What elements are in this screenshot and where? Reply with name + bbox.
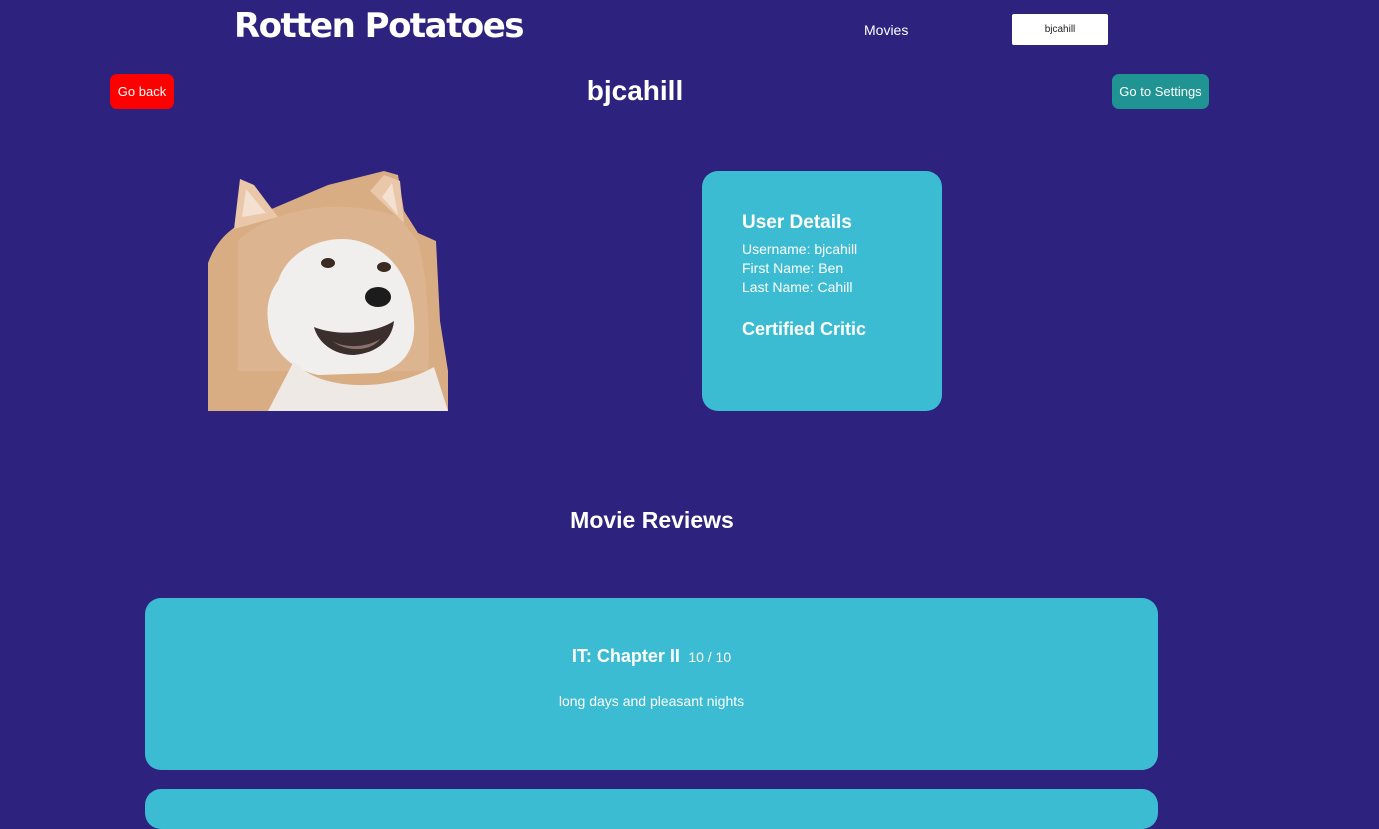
nav-movies-link[interactable]: Movies (864, 21, 908, 39)
review-card[interactable] (145, 789, 1158, 829)
last-name-field: Last Name: Cahill (742, 279, 853, 295)
site-logo[interactable]: Rotten Potatoes (234, 4, 525, 48)
go-to-settings-button[interactable]: Go to Settings (1112, 74, 1209, 109)
review-card[interactable]: IT: Chapter II 10 / 10 long days and ple… (145, 598, 1158, 770)
user-details-card: User Details Username: bjcahill First Na… (702, 171, 942, 411)
page-title: bjcahill (586, 75, 684, 106)
go-back-button[interactable]: Go back (110, 74, 174, 109)
username-field: Username: bjcahill (742, 241, 858, 257)
review-text: long days and pleasant nights (558, 693, 745, 709)
certified-critic-badge: Certified Critic (742, 319, 867, 339)
dog-image (208, 171, 448, 411)
first-name-field: First Name: Ben (742, 260, 844, 276)
user-details-heading: User Details (742, 212, 852, 233)
review-header: IT: Chapter II 10 / 10 (145, 644, 1158, 670)
review-movie-title[interactable]: IT: Chapter II (572, 646, 680, 666)
movie-reviews-heading: Movie Reviews (570, 507, 734, 533)
avatar (208, 171, 448, 411)
nav-user-button[interactable]: bjcahill (1012, 14, 1108, 45)
review-score: 10 / 10 (688, 649, 732, 665)
